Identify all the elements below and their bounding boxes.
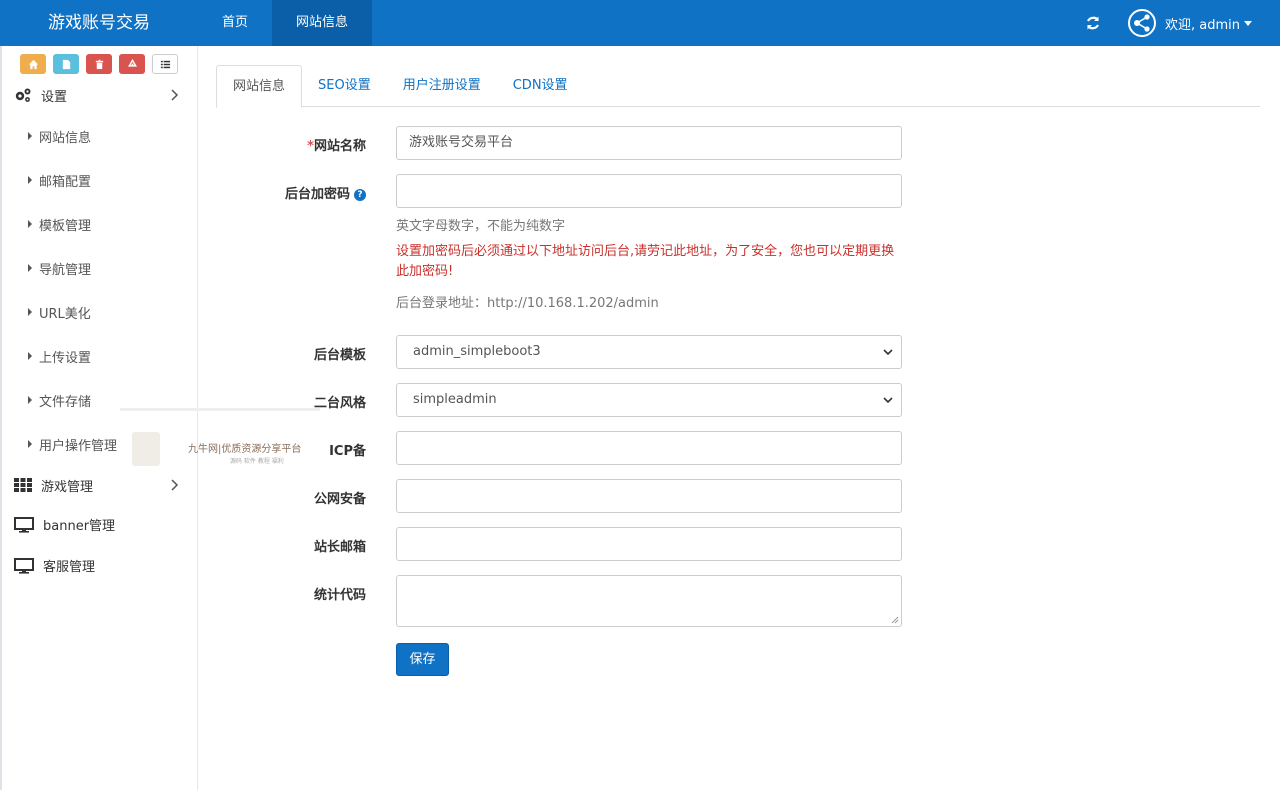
sidebar-item-template[interactable]: 模板管理 [2, 202, 197, 246]
top-bar: 游戏账号交易 首页 网站信息 欢迎, admin [0, 0, 1280, 46]
recycle-shortcut-button[interactable] [119, 54, 145, 74]
save-button[interactable]: 保存 [396, 643, 449, 676]
sidebar-item-label: 文件存储 [39, 394, 92, 410]
watermark-logo [132, 432, 160, 466]
trash-shortcut-button[interactable] [86, 54, 112, 74]
site-name-label-text: 网站名称 [313, 139, 366, 154]
chevron-down-icon [883, 397, 893, 404]
monitor-icon [14, 516, 34, 533]
chevron-right-icon [171, 89, 179, 101]
caret-right-icon [28, 396, 32, 404]
admin-style-select[interactable]: simpleadmin [396, 383, 902, 417]
chevron-right-icon [171, 479, 179, 491]
sidebar-item-label: 邮箱配置 [39, 174, 92, 190]
admin-password-hint: 英文字母数字，不能为纯数字 [396, 219, 566, 234]
resize-handle-icon[interactable] [891, 616, 899, 624]
tab-cdn[interactable]: CDN设置 [497, 65, 584, 107]
sidebar-item-banner[interactable]: banner管理 [2, 504, 197, 545]
settings-tabs: 网站信息 SEO设置 用户注册设置 CDN设置 [216, 65, 1260, 108]
icp-label: ICP备 [329, 444, 366, 459]
sidebar-item-label: URL美化 [39, 306, 91, 322]
sidebar-item-label: 用户操作管理 [39, 438, 118, 454]
watermark: 九牛网|优质资源分享平台 源码 软件 教程 福利 [120, 408, 320, 468]
nav-home[interactable]: 首页 [198, 0, 272, 46]
user-menu[interactable]: 欢迎, admin [1165, 14, 1252, 33]
gears-icon [14, 87, 32, 103]
police-record-label: 公网安备 [313, 492, 366, 507]
file-shortcut-button[interactable] [53, 54, 79, 74]
recycle-icon [127, 58, 137, 67]
caret-right-icon [28, 440, 32, 448]
admin-password-input[interactable] [396, 174, 902, 208]
caret-down-icon [1244, 20, 1252, 26]
trash-icon [95, 59, 103, 69]
chevron-down-icon [883, 349, 893, 356]
monitor-icon [14, 557, 34, 574]
sidebar-item-navigation[interactable]: 导航管理 [2, 246, 197, 290]
watermark-line [120, 408, 320, 411]
sidebar-item-label: 客服管理 [43, 560, 96, 575]
sidebar-item-mail-config[interactable]: 邮箱配置 [2, 158, 197, 202]
tab-site-info[interactable]: 网站信息 [216, 65, 303, 108]
admin-login-url: 后台登录地址：http://10.168.1.202/admin [396, 296, 659, 311]
menu-group-label: 设置 [41, 89, 68, 105]
nav-site-info[interactable]: 网站信息 [272, 0, 373, 46]
site-name-label: *网站名称 [307, 135, 366, 154]
caret-right-icon [28, 308, 32, 316]
police-record-input[interactable] [396, 479, 902, 513]
menu-group-label: 游戏管理 [41, 479, 94, 495]
admin-style-label: 二台风格 [313, 396, 366, 411]
menu-group-games[interactable]: 游戏管理 [2, 466, 197, 504]
avatar[interactable] [1127, 8, 1157, 38]
refresh-icon[interactable] [1085, 15, 1101, 31]
admin-template-select[interactable]: admin_simpleboot3 [396, 335, 902, 369]
sidebar-item-label: banner管理 [43, 519, 116, 534]
watermark-text: 九牛网|优质资源分享平台 [188, 444, 302, 455]
stat-code-textarea[interactable] [396, 575, 902, 627]
admin-password-warning: 设置加密码后必须通过以下地址访问后台,请劳记此地址，为了安全，您也可以定期更换此… [396, 244, 895, 279]
caret-right-icon [28, 132, 32, 140]
menu-group-settings[interactable]: 设置 [2, 76, 197, 114]
main-content: 网站信息 SEO设置 用户注册设置 CDN设置 *网站名称 游戏账号交易平台 后… [198, 46, 1280, 790]
site-name-input[interactable]: 游戏账号交易平台 [396, 126, 902, 160]
home-icon [28, 59, 38, 69]
sidebar-item-upload[interactable]: 上传设置 [2, 334, 197, 378]
brand-title[interactable]: 游戏账号交易 [0, 0, 198, 46]
home-shortcut-button[interactable] [20, 54, 46, 74]
grid-icon [14, 477, 32, 493]
top-nav: 首页 网站信息 [198, 0, 373, 46]
sidebar-item-label: 上传设置 [39, 350, 92, 366]
sidebar-item-url[interactable]: URL美化 [2, 290, 197, 334]
sidebar-item-label: 网站信息 [39, 130, 92, 146]
sidebar-item-label: 模板管理 [39, 218, 92, 234]
caret-right-icon [28, 220, 32, 228]
question-circle-icon[interactable]: ? [354, 188, 366, 201]
shortcut-bar [2, 46, 197, 74]
list-icon [160, 60, 170, 68]
caret-right-icon [28, 176, 32, 184]
admin-template-label: 后台模板 [313, 348, 366, 363]
sidebar-item-customer-service[interactable]: 客服管理 [2, 545, 197, 586]
stat-code-label: 统计代码 [313, 588, 366, 603]
top-right: 欢迎, admin [1085, 0, 1280, 46]
admin-template-value: admin_simpleboot3 [413, 344, 541, 359]
tab-user-register[interactable]: 用户注册设置 [387, 65, 497, 107]
tab-seo[interactable]: SEO设置 [302, 65, 387, 107]
list-shortcut-button[interactable] [152, 54, 178, 74]
admin-password-label: 后台加密码? [285, 183, 366, 202]
admin-style-value: simpleadmin [413, 392, 497, 407]
watermark-subtext: 源码 软件 教程 福利 [230, 458, 284, 465]
icp-input[interactable] [396, 431, 902, 465]
caret-right-icon [28, 264, 32, 272]
sidebar-item-label: 导航管理 [39, 262, 92, 278]
sidebar-item-site-info[interactable]: 网站信息 [2, 114, 197, 158]
welcome-text: 欢迎, admin [1165, 17, 1240, 33]
caret-right-icon [28, 352, 32, 360]
admin-password-label-text: 后台加密码 [284, 187, 350, 202]
admin-email-label: 站长邮箱 [313, 540, 366, 555]
admin-email-input[interactable] [396, 527, 902, 561]
required-mark: * [307, 139, 314, 154]
file-icon [62, 59, 70, 69]
